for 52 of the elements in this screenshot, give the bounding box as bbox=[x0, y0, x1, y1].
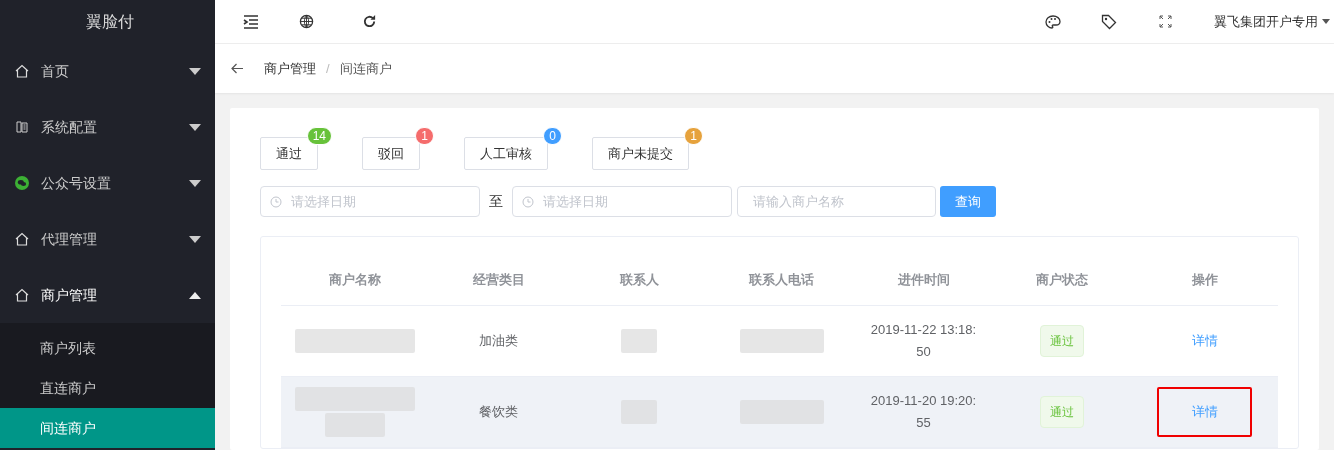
table-cell-text: 2019-11-22 13:18: 50 bbox=[870, 320, 977, 361]
home-icon bbox=[14, 288, 29, 302]
refresh-icon[interactable] bbox=[362, 14, 377, 29]
sidebar-item[interactable]: 首页 bbox=[0, 43, 215, 99]
column-header: 联系人电话 bbox=[749, 272, 814, 287]
home-icon bbox=[14, 232, 29, 246]
column-header: 进件时间 bbox=[897, 272, 950, 287]
status-tag: 通过 bbox=[1040, 395, 1084, 428]
count-badge: 14 bbox=[306, 127, 332, 145]
merchant-name-field[interactable]: 请输入商户名称 bbox=[737, 186, 936, 217]
column-header: 经营类目 bbox=[472, 272, 525, 287]
fullscreen-icon[interactable] bbox=[1159, 15, 1172, 28]
breadcrumb-link[interactable]: 商户管理 bbox=[264, 58, 316, 79]
breadcrumb-separator: / bbox=[326, 59, 330, 78]
count-badge: 0 bbox=[543, 127, 562, 145]
column-header: 商户状态 bbox=[1036, 272, 1088, 287]
column-header: 商户名称 bbox=[328, 272, 381, 287]
clock-icon bbox=[522, 196, 534, 208]
tag-icon[interactable] bbox=[1101, 13, 1117, 30]
back-arrow-icon[interactable] bbox=[231, 63, 244, 74]
sidebar-item[interactable]: 代理管理 bbox=[0, 211, 215, 267]
user-menu[interactable]: 翼飞集团开户专用 bbox=[1214, 11, 1330, 32]
end-date-field[interactable]: 请选择日期 bbox=[512, 186, 732, 217]
menu-icon[interactable] bbox=[243, 14, 259, 29]
caret-down-icon bbox=[1322, 19, 1330, 24]
count-badge: 1 bbox=[684, 127, 703, 145]
sidebar-item[interactable]: 系统配置 bbox=[0, 99, 215, 155]
chat-bubbles-icon bbox=[14, 176, 29, 190]
home-icon bbox=[14, 64, 29, 78]
submenu-item[interactable]: 直连商户 bbox=[0, 368, 215, 408]
globe-icon[interactable] bbox=[299, 14, 314, 29]
column-header: 操作 bbox=[1191, 272, 1218, 287]
status-filter-button[interactable]: 驳回 bbox=[362, 137, 420, 170]
start-date-field[interactable]: 请选择日期 bbox=[260, 186, 480, 217]
blurred-block bbox=[621, 328, 657, 353]
submenu-item[interactable]: 间连商户 bbox=[0, 408, 215, 448]
submenu-item[interactable]: 商户列表 bbox=[0, 328, 215, 368]
range-separator: 至 bbox=[488, 192, 504, 211]
sidebar-item[interactable]: 公众号设置 bbox=[0, 155, 215, 211]
breadcrumb-link[interactable]: 间连商户 bbox=[339, 58, 392, 79]
app-logo: 翼脸付 bbox=[84, 11, 135, 32]
sidebar-item[interactable]: 商户管理 bbox=[0, 267, 215, 323]
column-header: 联系人 bbox=[619, 272, 659, 287]
status-tag: 通过 bbox=[1040, 324, 1084, 357]
count-badge: 1 bbox=[415, 127, 434, 145]
table-cell-text: 2019-11-20 19:20: 55 bbox=[870, 391, 977, 432]
palette-icon[interactable] bbox=[1045, 14, 1061, 29]
status-filter-button[interactable]: 商户未提交 bbox=[592, 137, 689, 170]
table-cell-text: 加油类 bbox=[479, 331, 518, 350]
clock-icon bbox=[270, 196, 282, 208]
table-cell-text: 餐饮类 bbox=[479, 402, 518, 421]
status-filter-button[interactable]: 人工审核 bbox=[464, 137, 548, 170]
